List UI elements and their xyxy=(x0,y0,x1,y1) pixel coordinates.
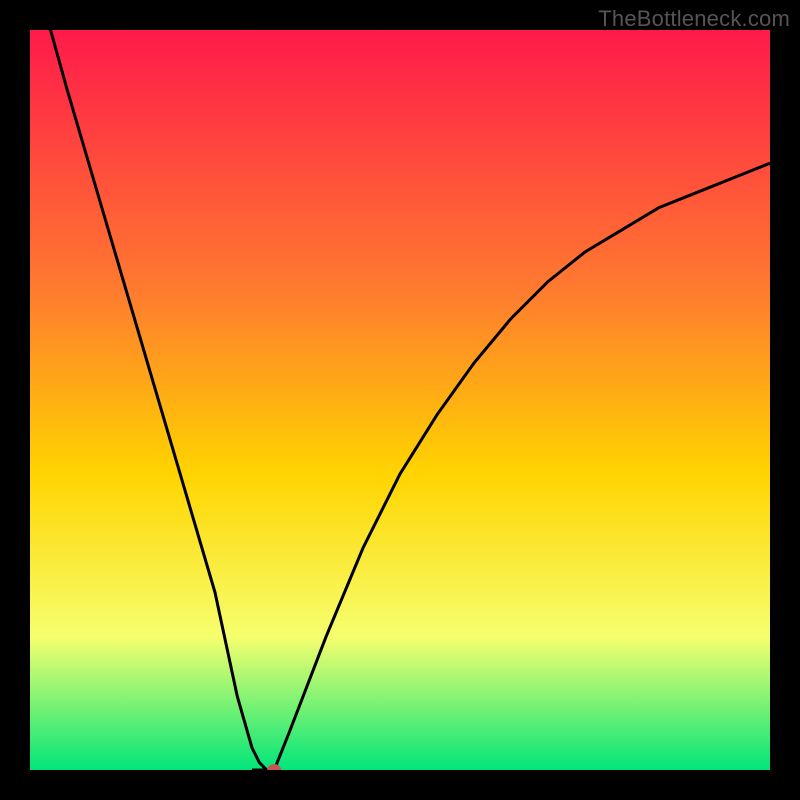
bottleneck-chart xyxy=(30,30,770,770)
attribution-text: TheBottleneck.com xyxy=(598,6,790,32)
gradient-background xyxy=(30,30,770,770)
chart-frame xyxy=(30,30,770,770)
